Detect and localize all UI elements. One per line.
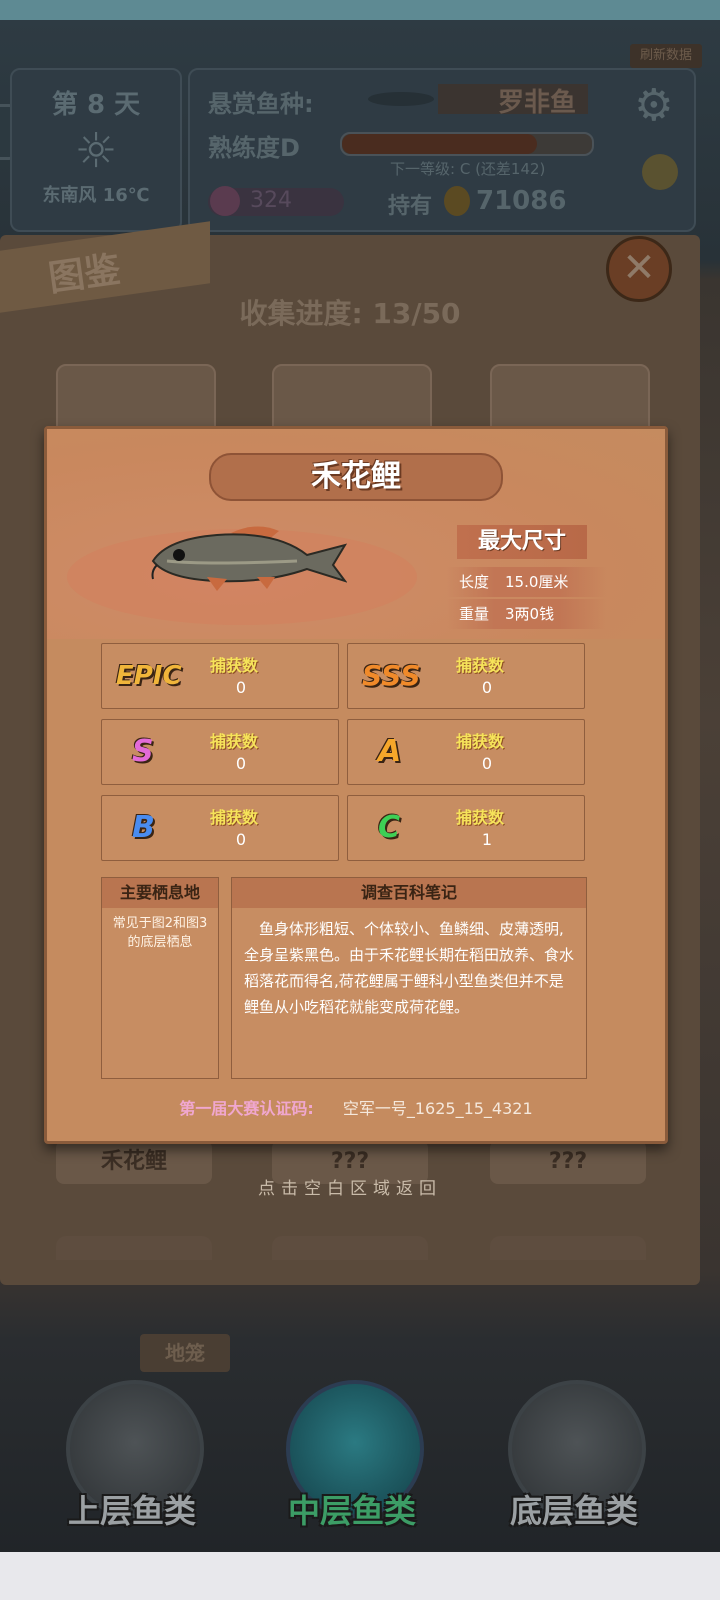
next-level-label: 下一等级: C (还差142) (390, 160, 546, 178)
tab-bottom-fish[interactable]: 底层鱼类 (474, 1486, 674, 1532)
cage-label: 地笼 (140, 1334, 230, 1372)
wind-label: 东南风 16℃ (42, 185, 150, 206)
weight-value: 3两0钱 (505, 605, 555, 623)
notes-title: 调查百科笔记 (232, 878, 586, 908)
hold-label: 持有 (388, 194, 433, 219)
catch-count-label: 捕获数 (210, 808, 259, 827)
epic-grade-badge: EPIC (116, 661, 182, 691)
sun-icon: ☼ (74, 123, 118, 179)
catch-count-value: 0 (235, 754, 247, 773)
day-label: 第 8 天 (51, 90, 141, 120)
fish-name: 禾花鲤 (209, 453, 503, 501)
coin-icon (444, 186, 470, 216)
bounty-fish-name: 罗非鱼 (498, 88, 577, 118)
grade-card-c: C 捕获数 1 (347, 795, 585, 861)
catch-count-label: 捕获数 (456, 808, 505, 827)
catch-count-value: 1 (481, 830, 493, 849)
pink-gem-icon (210, 186, 240, 216)
user-icon[interactable] (642, 154, 678, 190)
tab-middle-fish[interactable]: 中层鱼类 (252, 1486, 452, 1532)
catch-count-label: 捕获数 (210, 656, 259, 675)
fish-slot[interactable] (490, 1236, 646, 1260)
catch-count-value: 0 (481, 678, 493, 697)
habitat-title: 主要栖息地 (102, 878, 218, 908)
proficiency-label: 熟练度D (208, 134, 300, 162)
system-nav-bar (0, 1552, 720, 1600)
gear-icon[interactable]: ⚙ (634, 84, 673, 128)
length-label: 长度 (459, 573, 490, 591)
length-row: 长度 15.0厘米 (447, 567, 607, 597)
certification-row: 第一届大赛认证码: 空军一号_1625_15_4321 (47, 1095, 665, 1119)
close-icon: ✕ (622, 245, 656, 291)
a-grade-badge: A (378, 734, 402, 769)
collection-progress: 收集进度: 13/50 (239, 297, 461, 330)
day-panel: 第 8 天 ☼ 东南风 16℃ (10, 68, 182, 232)
s-grade-badge: S (132, 734, 154, 769)
status-bar (0, 0, 720, 20)
refresh-button[interactable]: 刷新数据 (630, 44, 702, 68)
notes-text: 鱼身体形粗短、个体较小、鱼鳞细、皮薄透明,全身呈紫黑色。由于禾花鲤长期在稻田放养… (244, 920, 575, 1016)
sss-grade-badge: SSS (362, 659, 421, 692)
cert-label: 第一届大赛认证码: (179, 1099, 314, 1118)
fish-detail-modal: 禾花鲤 最大尺寸 长度 15.0厘米 重量 3两0钱 EPIC 捕获数 0 SS… (44, 426, 668, 1144)
catch-count-label: 捕获数 (210, 732, 259, 751)
bounty-fish-icon (368, 92, 434, 106)
cert-code: 空军一号_1625_15_4321 (342, 1099, 533, 1118)
grade-card-s: S 捕获数 0 (101, 719, 339, 785)
bounty-label: 悬赏鱼种: (208, 90, 314, 118)
grade-card-a: A 捕获数 0 (347, 719, 585, 785)
b-grade-badge: B (132, 810, 155, 845)
catch-count-label: 捕获数 (456, 656, 505, 675)
length-value: 15.0厘米 (505, 573, 569, 591)
money-value: 71086 (476, 186, 567, 216)
grade-card-epic: EPIC 捕获数 0 (101, 643, 339, 709)
habitat-panel: 主要栖息地 常见于图2和图3的底层栖息 (101, 877, 219, 1079)
habitat-text: 常见于图2和图3的底层栖息 (112, 916, 208, 950)
weight-label: 重量 (459, 605, 490, 623)
fish-slot[interactable] (56, 1236, 212, 1260)
fish-illustration (151, 526, 347, 591)
fish-slot[interactable] (272, 1236, 428, 1260)
max-size-title: 最大尺寸 (457, 525, 587, 559)
pink-count: 324 (250, 188, 292, 213)
catch-count-value: 0 (481, 754, 493, 773)
weight-row: 重量 3两0钱 (447, 599, 607, 629)
grade-card-sss: SSS 捕获数 0 (347, 643, 585, 709)
tab-upper-fish[interactable]: 上层鱼类 (32, 1486, 232, 1532)
notes-panel: 调查百科笔记 鱼身体形粗短、个体较小、鱼鳞细、皮薄透明,全身呈紫黑色。由于禾花鲤… (231, 877, 587, 1079)
status-panel: 悬赏鱼种: 罗非鱼 熟练度D 下一等级: C (还差142) 324 持有 71… (188, 68, 696, 232)
c-grade-badge: C (378, 810, 401, 845)
tap-to-return-hint: 点击空白区域返回 (258, 1179, 442, 1199)
catch-count-value: 0 (235, 678, 247, 697)
catch-count-label: 捕获数 (456, 732, 505, 751)
grade-card-b: B 捕获数 0 (101, 795, 339, 861)
proficiency-bar (340, 132, 594, 156)
catch-count-value: 0 (235, 830, 247, 849)
